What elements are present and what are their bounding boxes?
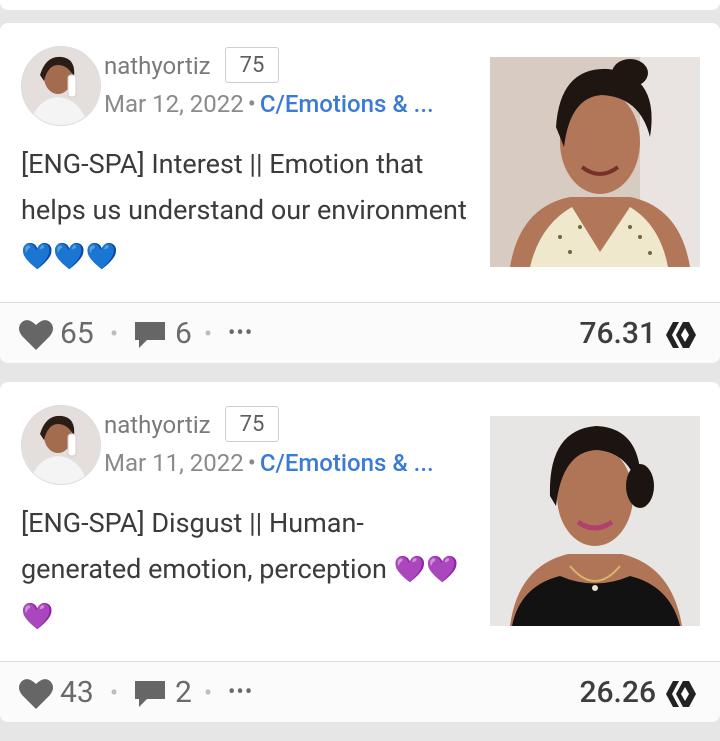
hive-icon	[666, 681, 696, 708]
payout-value: 76.31	[579, 316, 656, 351]
upvote-button[interactable]: 65	[18, 303, 94, 363]
post-thumbnail[interactable]	[490, 57, 700, 267]
community-link[interactable]: C/Emotions & ...	[260, 90, 434, 118]
avatar[interactable]	[21, 46, 101, 126]
post-footer: 43 • 2 • ••• 26.26	[0, 661, 720, 722]
heart-icon	[19, 679, 53, 710]
post-footer: 65 • 6 • ••• 76.31	[0, 302, 720, 363]
post-thumbnail[interactable]	[490, 416, 700, 626]
post-meta: Mar 12, 2022 • C/Emotions & ...	[104, 89, 434, 119]
hive-icon	[666, 322, 696, 349]
post-card[interactable]: nathyortiz 75 Mar 12, 2022 • C/Emotions & …	[0, 23, 720, 363]
post-title[interactable]: [ENG-SPA] Interest || Emotion that helps…	[21, 141, 481, 280]
vote-count: 43	[60, 675, 94, 710]
footer-separator: •	[204, 679, 213, 707]
footer-separator: •	[110, 320, 119, 348]
blue-heart-emojis: 💙💙💙	[21, 242, 119, 272]
reputation-badge: 75	[225, 406, 279, 442]
avatar[interactable]	[21, 405, 101, 485]
vote-count: 65	[60, 316, 94, 351]
comments-button[interactable]: 6	[133, 303, 192, 363]
comments-button[interactable]: 2	[133, 662, 192, 722]
more-icon[interactable]: •••	[228, 662, 253, 722]
author-name[interactable]: nathyortiz	[104, 410, 211, 440]
post-meta: Mar 11, 2022 • C/Emotions & ...	[104, 448, 434, 478]
post-title-text: [ENG-SPA] Interest || Emotion that helps…	[21, 148, 467, 226]
reputation-badge: 75	[225, 47, 279, 83]
comment-icon	[135, 322, 165, 349]
heart-icon	[19, 320, 53, 351]
comment-count: 2	[175, 675, 192, 710]
payout[interactable]: 26.26	[579, 662, 698, 722]
meta-separator: •	[247, 449, 256, 477]
upvote-button[interactable]: 43	[18, 662, 94, 722]
payout[interactable]: 76.31	[579, 303, 698, 363]
footer-separator: •	[110, 679, 119, 707]
post-title[interactable]: [ENG-SPA] Disgust || Human-generated emo…	[21, 500, 481, 640]
post-date: Mar 11, 2022	[104, 449, 244, 477]
more-icon[interactable]: •••	[228, 303, 253, 363]
footer-separator: •	[204, 320, 213, 348]
post-date: Mar 12, 2022	[104, 90, 244, 118]
post-card[interactable]: nathyortiz 75 Mar 11, 2022 • C/Emotions & …	[0, 382, 720, 722]
community-link[interactable]: C/Emotions & ...	[260, 449, 434, 477]
previous-card-bottom	[0, 0, 720, 10]
comment-icon	[135, 681, 165, 708]
payout-value: 26.26	[579, 675, 656, 710]
post-title-text: [ENG-SPA] Disgust || Human-generated emo…	[21, 507, 387, 585]
author-name[interactable]: nathyortiz	[104, 51, 211, 81]
comment-count: 6	[175, 316, 192, 351]
meta-separator: •	[247, 90, 256, 118]
